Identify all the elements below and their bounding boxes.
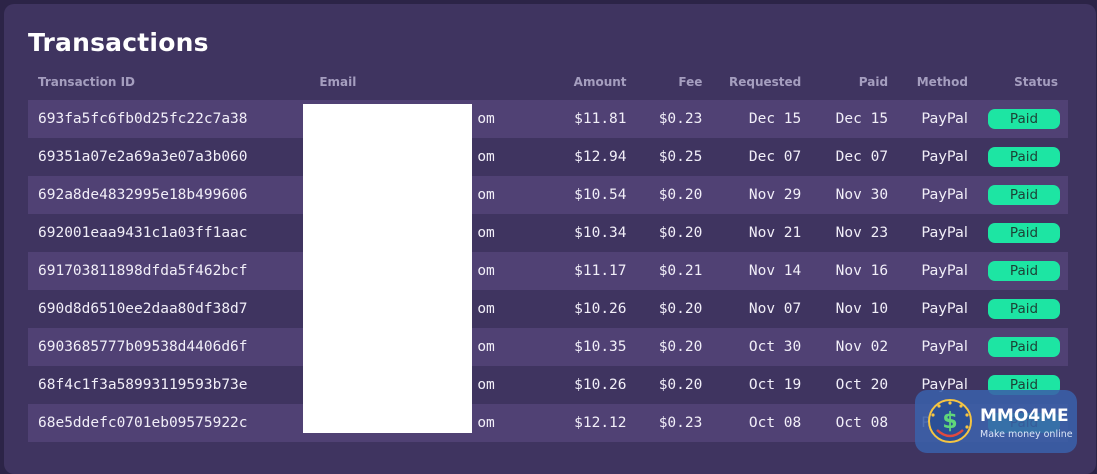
paid-date-cell: Nov 30 — [811, 176, 899, 214]
requested-date-cell: Nov 07 — [712, 290, 812, 328]
fee-cell: $0.21 — [636, 252, 713, 290]
status-badge: Paid — [988, 109, 1060, 129]
column-header-method[interactable]: Method — [898, 70, 978, 94]
status-badge: Paid — [988, 223, 1060, 243]
fee-cell: $0.20 — [636, 328, 713, 366]
transaction-id-cell: 691703811898dfda5f462bcf — [28, 252, 310, 290]
column-header-transaction-id[interactable]: Transaction ID — [28, 70, 309, 94]
column-header-paid[interactable]: Paid — [811, 70, 898, 94]
status-badge: Paid — [988, 147, 1060, 167]
amount-cell: $10.26 — [538, 290, 637, 328]
fee-cell: $0.25 — [636, 138, 713, 176]
status-cell: Paid — [977, 100, 1068, 138]
paid-date-cell: Oct 08 — [811, 404, 899, 442]
method-cell: PayPal — [898, 138, 978, 176]
paid-date-cell: Dec 07 — [811, 138, 899, 176]
mmo4me-watermark: $ MMO4ME Make money online — [915, 390, 1077, 453]
requested-date-cell: Dec 15 — [712, 100, 812, 138]
fee-cell: $0.23 — [636, 100, 713, 138]
paid-date-cell: Nov 23 — [811, 214, 899, 252]
method-cell: PayPal — [898, 252, 978, 290]
status-badge: Paid — [988, 299, 1060, 319]
table-row[interactable]: 693fa5fc6fb0d25fc22c7a38 om $11.81 $0.23 Dec… — [28, 100, 1068, 138]
table-row[interactable]: 68f4c1f3a58993119593b73e om $10.26 $0.20 Oct… — [28, 366, 1068, 404]
status-cell: Paid — [977, 138, 1068, 176]
status-badge: Paid — [988, 337, 1060, 357]
amount-cell: $10.34 — [538, 214, 637, 252]
dollar-coin-icon: $ — [928, 399, 972, 443]
table-row[interactable]: 692a8de4832995e18b499606 om $10.54 $0.20 Nov… — [28, 176, 1068, 214]
status-cell: Paid — [977, 328, 1068, 366]
status-badge: Paid — [988, 185, 1060, 205]
table-row[interactable]: 691703811898dfda5f462bcf om $11.17 $0.21 Nov… — [28, 252, 1068, 290]
amount-cell: $10.54 — [538, 176, 637, 214]
amount-cell: $11.17 — [538, 252, 637, 290]
amount-cell: $12.94 — [538, 138, 637, 176]
requested-date-cell: Dec 07 — [712, 138, 812, 176]
fee-cell: $0.20 — [636, 366, 713, 404]
requested-date-cell: Oct 08 — [712, 404, 812, 442]
table-row[interactable]: 68e5ddefc0701eb09575922c om $12.12 $0.23 Oct… — [28, 404, 1068, 442]
column-header-email[interactable]: Email — [309, 70, 539, 94]
requested-date-cell: Oct 19 — [712, 366, 812, 404]
method-cell: PayPal — [898, 290, 978, 328]
method-cell: PayPal — [898, 176, 978, 214]
transaction-id-cell: 692001eaa9431c1a03ff1aac — [28, 214, 310, 252]
status-cell: Paid — [977, 214, 1068, 252]
paid-date-cell: Nov 10 — [811, 290, 899, 328]
table-row[interactable]: 692001eaa9431c1a03ff1aac om $10.34 $0.20 Nov… — [28, 214, 1068, 252]
amount-cell: $10.26 — [538, 366, 637, 404]
fee-cell: $0.20 — [636, 176, 713, 214]
fee-cell: $0.20 — [636, 290, 713, 328]
watermark-subtitle: Make money online — [980, 429, 1073, 440]
table-row[interactable]: 69351a07e2a69a3e07a3b060 om $12.94 $0.25 Dec… — [28, 138, 1068, 176]
status-cell: Paid — [977, 252, 1068, 290]
amount-cell: $12.12 — [538, 404, 637, 442]
status-cell: Paid — [977, 290, 1068, 328]
requested-date-cell: Nov 21 — [712, 214, 812, 252]
watermark-title: MMO4ME — [980, 406, 1069, 426]
method-cell: PayPal — [898, 214, 978, 252]
transaction-id-cell: 690d8d6510ee2daa80df38d7 — [28, 290, 310, 328]
fee-cell: $0.20 — [636, 214, 713, 252]
requested-date-cell: Nov 14 — [712, 252, 812, 290]
requested-date-cell: Oct 30 — [712, 328, 812, 366]
transaction-id-cell: 6903685777b09538d4406d6f — [28, 328, 310, 366]
svg-text:$: $ — [942, 409, 957, 434]
transaction-id-cell: 693fa5fc6fb0d25fc22c7a38 — [28, 100, 310, 138]
paid-date-cell: Nov 16 — [811, 252, 899, 290]
transactions-body: 693fa5fc6fb0d25fc22c7a38 om $11.81 $0.23 Dec… — [28, 100, 1068, 442]
method-cell: PayPal — [898, 328, 978, 366]
email-redaction-overlay — [303, 104, 472, 433]
fee-cell: $0.23 — [636, 404, 713, 442]
column-header-requested[interactable]: Requested — [712, 70, 811, 94]
column-header-amount[interactable]: Amount — [539, 70, 637, 94]
amount-cell: $11.81 — [538, 100, 637, 138]
column-header-fee[interactable]: Fee — [637, 70, 713, 94]
table-row[interactable]: 690d8d6510ee2daa80df38d7 om $10.26 $0.20 Nov… — [28, 290, 1068, 328]
paid-date-cell: Nov 02 — [811, 328, 899, 366]
status-cell: Paid — [977, 176, 1068, 214]
table-row[interactable]: 6903685777b09538d4406d6f om $10.35 $0.20 Oct… — [28, 328, 1068, 366]
transaction-id-cell: 692a8de4832995e18b499606 — [28, 176, 310, 214]
status-badge: Paid — [988, 261, 1060, 281]
paid-date-cell: Oct 20 — [811, 366, 899, 404]
transaction-id-cell: 68f4c1f3a58993119593b73e — [28, 366, 310, 404]
transactions-table: Transaction ID Email Amount Fee Requeste… — [28, 70, 1068, 442]
page-title: Transactions — [28, 28, 209, 57]
method-cell: PayPal — [898, 100, 978, 138]
column-header-status[interactable]: Status — [978, 70, 1068, 94]
transaction-id-cell: 69351a07e2a69a3e07a3b060 — [28, 138, 310, 176]
amount-cell: $10.35 — [538, 328, 637, 366]
transaction-id-cell: 68e5ddefc0701eb09575922c — [28, 404, 310, 442]
requested-date-cell: Nov 29 — [712, 176, 812, 214]
table-header-row: Transaction ID Email Amount Fee Requeste… — [28, 70, 1068, 94]
paid-date-cell: Dec 15 — [811, 100, 899, 138]
